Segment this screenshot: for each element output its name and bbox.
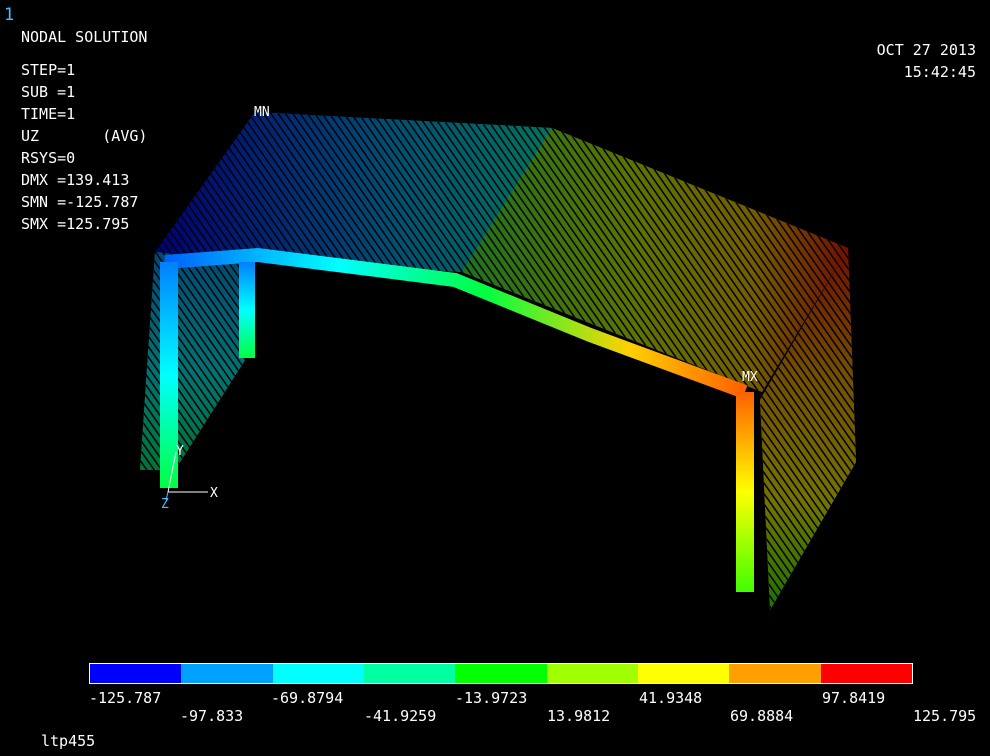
legend-color-1	[90, 664, 182, 683]
model-view[interactable]: MN MX X Y Z	[0, 0, 990, 660]
legend-color-3	[272, 664, 364, 683]
min-label: MN	[254, 105, 270, 120]
legend-value: 13.9812	[547, 707, 611, 725]
max-label: MX	[742, 370, 758, 385]
wall-left-hatch	[140, 252, 245, 470]
legend-color-7	[637, 664, 730, 683]
legend-color-4	[363, 664, 456, 683]
axis-y-label: Y	[176, 444, 184, 459]
axis-z-label: Z	[161, 497, 169, 512]
legend-value: -69.8794	[271, 689, 344, 707]
legend-value: 41.9348	[639, 689, 703, 707]
column-back-left	[239, 262, 255, 358]
legend-color-2	[181, 664, 273, 683]
legend-color-5	[455, 664, 547, 683]
contour-legend-bar	[89, 663, 913, 684]
legend-color-6	[546, 664, 638, 683]
legend-value: -97.833	[180, 707, 244, 725]
footer-label: ltp455	[41, 732, 96, 750]
legend-value: 125.795	[913, 707, 977, 725]
legend-value: 97.8419	[822, 689, 886, 707]
axis-x-label: X	[210, 486, 218, 501]
column-front-right	[736, 392, 754, 592]
legend-value: -13.9723	[455, 689, 528, 707]
legend-color-9	[820, 664, 912, 683]
legend-color-8	[729, 664, 821, 683]
legend-value: -125.787	[89, 689, 162, 707]
legend-value: 69.8884	[730, 707, 794, 725]
legend-value: -41.9259	[364, 707, 437, 725]
